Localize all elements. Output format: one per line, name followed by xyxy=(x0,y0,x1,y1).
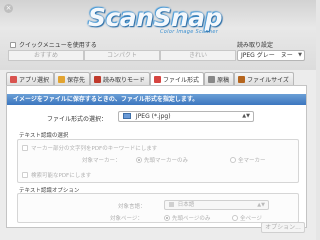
header: × ScanSnap Color Image Scanner クイックメニューを… xyxy=(0,0,316,70)
searchable-pdf-option[interactable]: 検索可能なPDFにします xyxy=(22,171,91,179)
image-icon xyxy=(123,113,131,119)
first-marker-radio[interactable] xyxy=(136,157,142,163)
tab-label: アプリ選択 xyxy=(19,76,50,84)
language-icon xyxy=(169,202,174,207)
mode-buttons: おすすめ コンパクト きれい xyxy=(8,50,236,61)
tab-label: 原稿 xyxy=(217,76,230,84)
mode-button-high-quality[interactable]: きれい xyxy=(160,50,236,61)
format-label: ファイル形式の選択： xyxy=(47,116,108,123)
pages-label: 対象ページ： xyxy=(110,216,143,222)
target-marker-label: 対象マーカー： xyxy=(82,158,121,164)
quick-menu-row: クイックメニューを使用する xyxy=(10,40,97,49)
first-marker-label: 先頭マーカーのみ xyxy=(144,158,189,164)
panel-banner: イメージをファイルに保存するときの、ファイル形式を指定します。 xyxy=(7,94,306,105)
first-page-radio-option[interactable]: 先頭ページのみ xyxy=(164,214,210,222)
marker-keyword-label: マーカー部分の文字列をPDFのキーワードにします xyxy=(31,146,158,152)
all-pages-label: 全ページ xyxy=(240,216,262,222)
language-select[interactable]: 日本語 ▲▼ xyxy=(164,200,269,210)
app-icon xyxy=(10,75,17,83)
tab-scan-mode[interactable]: 読み取りモード xyxy=(90,72,151,85)
all-markers-radio-option[interactable]: 全マーカー xyxy=(230,156,266,164)
scansnap-logo: ScanSnap Color Image Scanner xyxy=(60,3,250,35)
document-icon xyxy=(208,75,216,83)
format-select[interactable]: JPEG (*.jpg) ▲▼ xyxy=(118,111,254,122)
settings-tabs: アプリ選択 保存先 読み取りモード ファイル形式 原稿 ファイルサイズ xyxy=(6,72,294,85)
language-value: 日本語 xyxy=(177,202,195,208)
tab-label: 読み取りモード xyxy=(103,76,146,84)
format-value: JPEG (*.jpg) xyxy=(135,113,171,120)
marker-keyword-checkbox[interactable] xyxy=(22,145,28,151)
searchable-pdf-label: 検索可能なPDFにします xyxy=(31,173,92,179)
chevron-down-icon: ▲▼ xyxy=(242,113,250,119)
text-recognition-group: マーカー部分の文字列をPDFのキーワードにします 対象マーカー： 先頭マーカーの… xyxy=(17,139,299,183)
close-icon[interactable]: × xyxy=(4,4,13,13)
tab-file-format[interactable]: ファイル形式 xyxy=(150,72,205,85)
scansnap-settings-window: × ScanSnap Color Image Scanner クイックメニューを… xyxy=(0,0,316,240)
all-pages-radio[interactable] xyxy=(232,215,238,221)
tab-file-size[interactable]: ファイルサイズ xyxy=(234,72,294,85)
searchable-pdf-checkbox[interactable] xyxy=(22,172,28,178)
quick-menu-checkbox[interactable] xyxy=(10,41,16,48)
chevron-down-icon: ▼ xyxy=(298,52,302,58)
first-page-radio[interactable] xyxy=(164,215,170,221)
tab-label: ファイル形式 xyxy=(163,76,200,84)
tab-label: 保存先 xyxy=(67,76,86,84)
file-format-panel: イメージをファイルに保存するときの、ファイル形式を指定します。 ファイル形式の選… xyxy=(6,85,307,228)
tab-label: ファイルサイズ xyxy=(247,76,289,84)
first-page-label: 先頭ページのみ xyxy=(172,216,211,222)
all-markers-label: 全マーカー xyxy=(238,158,266,164)
file-size-icon xyxy=(238,75,246,83)
tab-app-select[interactable]: アプリ選択 xyxy=(6,72,55,85)
chevron-down-icon: ▲▼ xyxy=(257,202,265,208)
profile-value: JPEG グレー ヌー xyxy=(241,52,293,59)
all-markers-radio[interactable] xyxy=(230,157,236,163)
text-recognition-options-group: 対象言語： 日本語 ▲▼ 対象ページ： 先頭ページのみ 全ページ xyxy=(17,193,299,223)
profile-label: 読み取り設定 xyxy=(237,42,274,49)
quick-menu-label: クイックメニューを使用する xyxy=(19,42,97,49)
mode-button-recommended[interactable]: おすすめ xyxy=(8,50,84,61)
tab-save-location[interactable]: 保存先 xyxy=(54,72,91,85)
profile-select[interactable]: JPEG グレー ヌー ▼ xyxy=(237,50,305,61)
tab-document[interactable]: 原稿 xyxy=(204,72,235,85)
scan-mode-icon xyxy=(94,75,102,83)
first-marker-radio-option[interactable]: 先頭マーカーのみ xyxy=(136,156,188,164)
logo-title: ScanSnap xyxy=(87,3,223,32)
text-recognition-section-label: テキスト認識の選択 xyxy=(19,133,69,139)
file-format-icon xyxy=(154,75,162,83)
mode-button-compact[interactable]: コンパクト xyxy=(84,50,160,61)
folder-icon xyxy=(58,75,66,83)
marker-keyword-option[interactable]: マーカー部分の文字列をPDFのキーワードにします xyxy=(22,144,157,152)
logo-subtitle: Color Image Scanner xyxy=(160,29,219,35)
all-pages-radio-option[interactable]: 全ページ xyxy=(232,214,262,222)
language-label: 対象言語： xyxy=(118,204,146,210)
options-button[interactable]: オプション... xyxy=(261,222,305,233)
